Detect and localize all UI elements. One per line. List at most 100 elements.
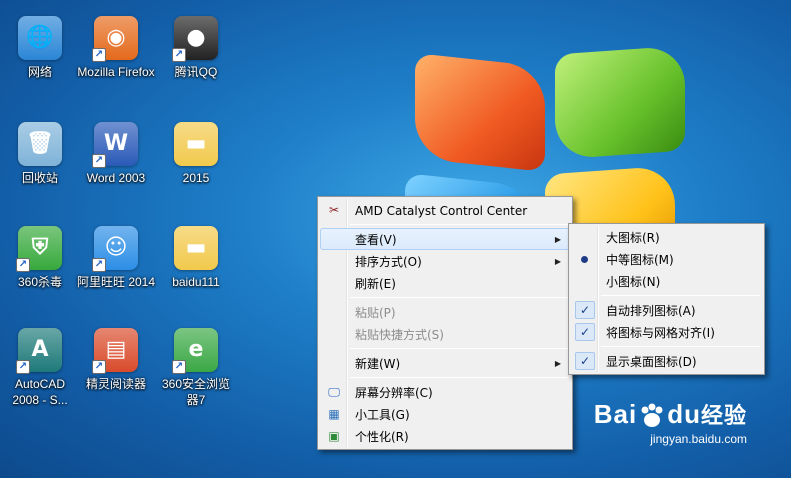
shortcut-arrow-icon: ↗	[172, 48, 186, 62]
context-menu-item[interactable]: ▦ 小工具(G)	[320, 403, 570, 425]
menu-item-label: 个性化(R)	[355, 430, 409, 444]
shortcut-arrow-icon: ↗	[92, 154, 106, 168]
personalize-icon: ▣	[328, 429, 340, 443]
monitor-icon: 🖵	[328, 385, 340, 399]
menu-item-label: 排序方式(O)	[355, 255, 422, 269]
desktop-icon[interactable]: ▬ baidu111	[156, 226, 236, 290]
menu-item-label: 自动排列图标(A)	[606, 304, 696, 318]
desktop-icon-label: 360杀毒	[17, 275, 63, 289]
logo-pane-red	[415, 53, 545, 172]
desktop-icon-label: 精灵阅读器	[85, 377, 146, 391]
submenu-arrow-icon: ▶	[554, 359, 561, 368]
context-menu-item: 粘贴快捷方式(S)	[320, 323, 570, 345]
reader-icon: ▤ ↗	[92, 328, 138, 374]
menu-item-label: 刷新(E)	[355, 277, 396, 291]
context-menu-item[interactable]: ✂ AMD Catalyst Control Center	[320, 199, 570, 221]
menu-item-label: 新建(W)	[355, 357, 401, 371]
menu-item-label: 粘贴快捷方式(S)	[355, 328, 444, 342]
desktop-icon[interactable]: A ↗ AutoCAD 2008 - S...	[0, 328, 80, 408]
baidu-jingyan-watermark: Bai du经验 jingyan.baidu.com	[594, 398, 747, 446]
menu-item-label: 查看(V)	[355, 233, 397, 247]
checkmark-icon: ✓	[575, 323, 595, 341]
watermark-brand: Bai du经验	[593, 399, 747, 429]
menu-separator	[601, 295, 760, 296]
menu-separator	[601, 346, 760, 347]
menu-item-label: 屏幕分辨率(C)	[355, 386, 433, 400]
context-menu-item[interactable]: 🖵 屏幕分辨率(C)	[320, 381, 570, 403]
desktop-icon-label: 阿里旺旺 2014	[76, 275, 156, 289]
menu-item-label: 粘贴(P)	[355, 306, 396, 320]
desktop-icon-label: AutoCAD 2008 - S...	[12, 377, 68, 407]
view-submenu-item[interactable]: ✓ 将图标与网格对齐(I)	[571, 321, 762, 343]
logo-pane-green	[555, 45, 685, 160]
context-menu-item: 粘贴(P)	[320, 301, 570, 323]
desktop-icon[interactable]: ● ↗ 腾讯QQ	[156, 16, 236, 80]
menu-item-label: 显示桌面图标(D)	[606, 355, 697, 369]
context-menu-item[interactable]: ▣ 个性化(R)	[320, 425, 570, 447]
menu-item-label: 大图标(R)	[606, 231, 660, 245]
context-menu-item[interactable]: 排序方式(O) ▶	[320, 250, 570, 272]
desktop-icon-label: baidu111	[172, 275, 220, 289]
view-submenu-item[interactable]: ✓ 自动排列图标(A)	[571, 299, 762, 321]
firefox-icon: ◉ ↗	[92, 16, 138, 62]
menu-item-label: 小图标(N)	[606, 275, 661, 289]
menu-separator	[350, 348, 568, 349]
desktop-icon[interactable]: 🗑 回收站	[0, 122, 80, 186]
menu-item-label: 中等图标(M)	[606, 253, 674, 267]
view-submenu: 大图标(R) 中等图标(M) 小图标(N) ✓ 自动排列图标(A) ✓ 将图标与网格对齐(I…	[568, 223, 765, 375]
desktop-icon-label: 360安全浏览器7	[161, 377, 231, 407]
network-icon: 🌐	[18, 16, 62, 60]
gadgets-icon: ▦	[328, 407, 340, 421]
view-submenu-item[interactable]: 大图标(R)	[571, 226, 762, 248]
desktop-icon[interactable]: e ↗ 360安全浏览器7	[156, 328, 236, 408]
desktop-icon-label: 网络	[27, 65, 52, 79]
desktop-icon-label: 回收站	[21, 171, 58, 185]
radio-dot-icon	[581, 256, 588, 263]
desktop-icon[interactable]: ▬ 2015	[156, 122, 236, 186]
desktop-icon[interactable]: ⛨ ↗ 360杀毒	[0, 226, 80, 290]
desktop-icon[interactable]: W ↗ Word 2003	[76, 122, 156, 186]
desktop-icon[interactable]: ☺ ↗ 阿里旺旺 2014	[76, 226, 156, 290]
shortcut-arrow-icon: ↗	[16, 360, 30, 374]
desktop-icon-label: Mozilla Firefox	[77, 65, 155, 79]
menu-separator	[350, 224, 568, 225]
amd-icon: ✂	[328, 203, 340, 217]
context-menu-item[interactable]: 新建(W) ▶	[320, 352, 570, 374]
menu-item-label: AMD Catalyst Control Center	[355, 204, 528, 218]
folder-icon: ▬	[174, 122, 218, 166]
view-submenu-item[interactable]: 中等图标(M)	[571, 248, 762, 270]
word-icon: W ↗	[92, 122, 138, 168]
shortcut-arrow-icon: ↗	[92, 360, 106, 374]
menu-item-label: 小工具(G)	[355, 408, 410, 422]
context-menu-item[interactable]: 刷新(E)	[320, 272, 570, 294]
shortcut-arrow-icon: ↗	[172, 360, 186, 374]
browser-360-icon: e ↗	[172, 328, 218, 374]
desktop-icon-label: 腾讯QQ	[174, 65, 218, 79]
view-submenu-item[interactable]: 小图标(N)	[571, 270, 762, 292]
paw-icon	[641, 403, 663, 428]
menu-separator	[350, 297, 568, 298]
desktop-icon[interactable]: 🌐 网络	[0, 16, 80, 80]
aliwangwang-icon: ☺ ↗	[92, 226, 138, 272]
context-menu-item[interactable]: 查看(V) ▶	[320, 228, 570, 250]
desktop-icon[interactable]: ◉ ↗ Mozilla Firefox	[76, 16, 156, 80]
autocad-icon: A ↗	[16, 328, 62, 374]
folder-icon: ▬	[174, 226, 218, 270]
submenu-arrow-icon: ▶	[554, 235, 561, 244]
desktop-icon-label: 2015	[182, 171, 210, 185]
desktop-icon-label: Word 2003	[86, 171, 146, 185]
view-submenu-item[interactable]: ✓ 显示桌面图标(D)	[571, 350, 762, 372]
shield-icon: ⛨ ↗	[16, 226, 62, 272]
watermark-url: jingyan.baidu.com	[650, 432, 747, 447]
qq-penguin-icon: ● ↗	[172, 16, 218, 62]
submenu-arrow-icon: ▶	[554, 257, 561, 266]
shortcut-arrow-icon: ↗	[92, 258, 106, 272]
desktop-icon[interactable]: ▤ ↗ 精灵阅读器	[76, 328, 156, 392]
checkmark-icon: ✓	[575, 301, 595, 319]
menu-separator	[350, 377, 568, 378]
shortcut-arrow-icon: ↗	[16, 258, 30, 272]
shortcut-arrow-icon: ↗	[92, 48, 106, 62]
recycle-bin-icon: 🗑	[18, 122, 62, 166]
checkmark-icon: ✓	[575, 352, 595, 370]
desktop-context-menu: ✂ AMD Catalyst Control Center 查看(V) ▶ 排序方式(O…	[317, 196, 573, 450]
